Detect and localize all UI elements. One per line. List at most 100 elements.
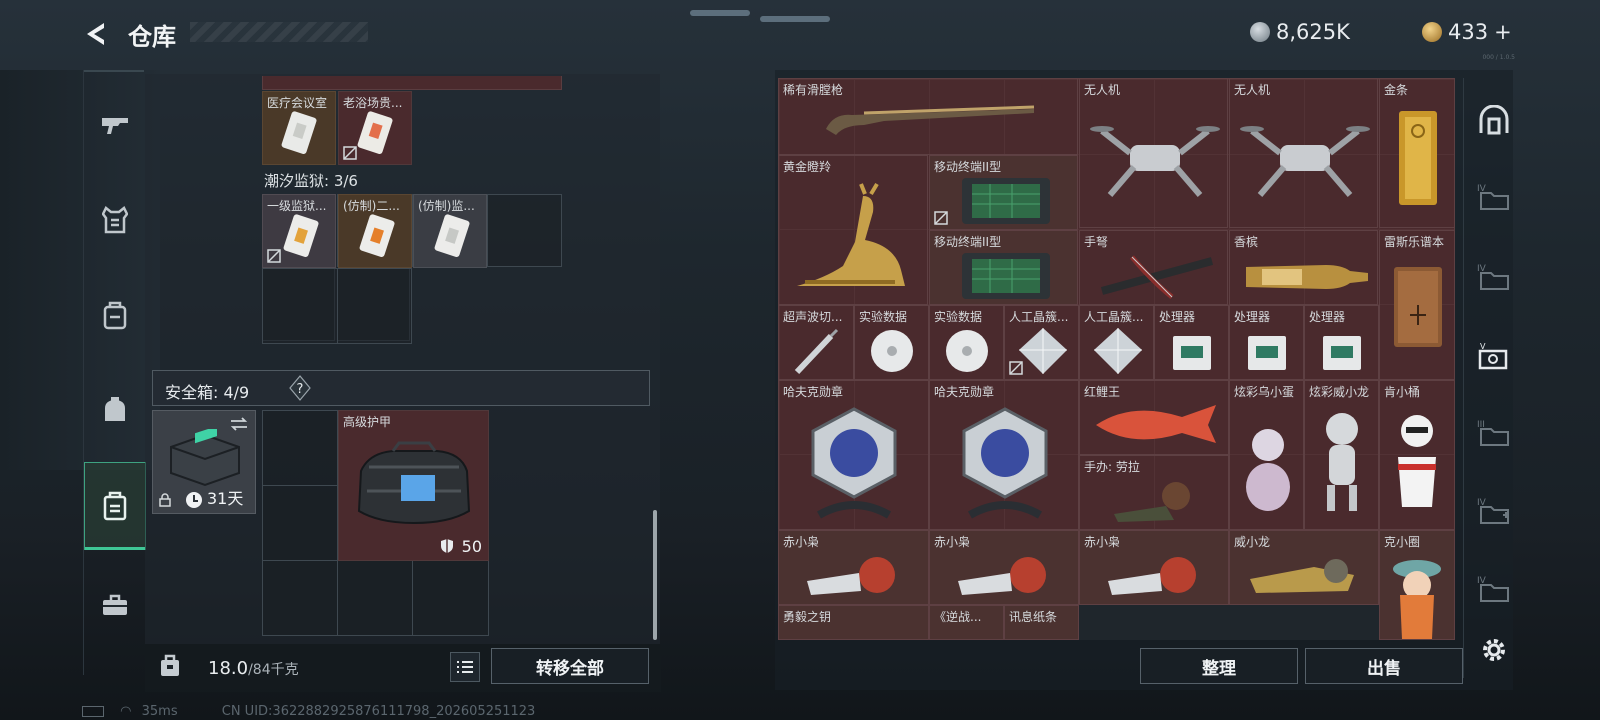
inventory-item-processor[interactable]: 处理器 xyxy=(1154,305,1229,380)
back-arrow-icon[interactable] xyxy=(80,18,112,50)
vest-icon[interactable] xyxy=(84,190,146,250)
wifi-icon: ◠ xyxy=(120,704,132,719)
inventory-item-red-carp[interactable]: 红鲤王 xyxy=(1079,380,1229,455)
weight-display: 18.0/84千克 xyxy=(208,658,299,679)
toolbox-icon[interactable] xyxy=(84,575,146,635)
grid-divider xyxy=(262,485,337,486)
item-label: 勇毅之钥 xyxy=(783,610,832,624)
item-label: 威小龙 xyxy=(1234,535,1271,549)
right-filter-nav: IV IV V III IV IV xyxy=(1463,78,1513,678)
armor-item[interactable]: 高级护甲 50 xyxy=(338,410,489,561)
currency-gold[interactable]: 433 + xyxy=(1422,18,1532,46)
inventory-item-red-owl[interactable]: 赤小枭 xyxy=(778,530,929,605)
item-label: 赤小枭 xyxy=(1084,535,1121,549)
folder-filter-icon[interactable]: IV xyxy=(1474,176,1514,216)
inventory-item-mobile-terminal[interactable]: 移动终端II型 xyxy=(929,230,1078,305)
inventory-item-musket[interactable]: 稀有滑膛枪 xyxy=(778,78,1078,155)
backpack-icon[interactable] xyxy=(84,285,146,345)
inventory-item-gold-bar[interactable]: 金条 xyxy=(1379,78,1455,228)
inventory-item-experiment-data[interactable]: 实验数据 xyxy=(854,305,929,380)
item-label: (仿制)二... xyxy=(343,199,400,213)
silver-amount: 8,625K xyxy=(1276,20,1350,44)
non-transferable-icon xyxy=(934,211,948,225)
inventory-item-message-note[interactable]: 讯息纸条 xyxy=(1004,605,1079,640)
list-icon xyxy=(457,661,473,673)
item-label: 移动终端II型 xyxy=(934,160,1002,174)
inventory-item-red-owl[interactable]: 赤小枭 xyxy=(929,530,1079,605)
inventory-item-haavk-medal[interactable]: 哈夫克勋章 xyxy=(929,380,1079,530)
inventory-item-key[interactable]: 勇毅之钥 xyxy=(778,605,929,640)
left-category-nav xyxy=(83,70,146,675)
inventory-item-lara-figure[interactable]: 手办: 劳拉 xyxy=(1079,455,1229,530)
keycard-item[interactable]: 老浴场贵... xyxy=(338,91,412,165)
item-label: 人工晶簇... xyxy=(1009,310,1069,324)
bag-icon[interactable] xyxy=(84,380,146,440)
inventory-item-crossbow[interactable]: 手弩 xyxy=(1079,230,1228,305)
item-label: 医疗会议室 xyxy=(267,96,328,110)
inventory-item-nizhan[interactable]: 《逆战... xyxy=(929,605,1004,640)
inventory-item-crystal[interactable]: 人工晶簇... xyxy=(1004,305,1079,380)
all-items-icon[interactable] xyxy=(1474,100,1514,140)
list-view-button[interactable] xyxy=(450,652,480,682)
add-folder-icon[interactable]: IV xyxy=(1474,490,1514,530)
inventory-item-gold-gazelle[interactable]: 黄金瞪羚 xyxy=(778,155,928,305)
safe-box-icon[interactable] xyxy=(84,462,146,550)
scrollbar[interactable] xyxy=(653,510,657,640)
inventory-item-dragon-figure[interactable]: 炫彩威小龙 xyxy=(1304,380,1379,530)
item-label: 炫彩乌小蛋 xyxy=(1234,385,1295,399)
inventory-item-ke-xiao-quan[interactable]: 克小圈 xyxy=(1379,530,1455,640)
add-currency-button[interactable]: + xyxy=(1494,20,1512,44)
item-label: 《逆战... xyxy=(934,610,982,624)
empty-slots xyxy=(1079,605,1379,640)
folder-filter-icon[interactable]: IV xyxy=(1474,568,1514,608)
inventory-item-egg-figure[interactable]: 炫彩乌小蛋 xyxy=(1229,380,1304,530)
item-label: 老浴场贵... xyxy=(343,96,403,110)
prison-keycard-item[interactable]: (仿制)二... xyxy=(338,194,412,268)
swap-icon[interactable] xyxy=(229,417,249,431)
help-button[interactable]: ? xyxy=(288,375,312,401)
safe-box-item[interactable]: 31天 xyxy=(152,410,256,514)
folder-filter-icon[interactable]: IV xyxy=(1474,256,1514,296)
inventory-item-red-owl[interactable]: 赤小枭 xyxy=(1079,530,1229,605)
inventory-item-kfc-bucket[interactable]: 肯小桶 xyxy=(1379,380,1455,530)
inventory-item-wei-dragon[interactable]: 威小龙 xyxy=(1229,530,1379,605)
item-label: 手弩 xyxy=(1084,235,1109,249)
safe-box-header: 安全箱: 4/9 ? xyxy=(152,370,650,406)
item-label: 稀有滑膛枪 xyxy=(783,83,844,97)
item-label: 一级监狱... xyxy=(267,199,327,213)
inventory-item-champagne[interactable]: 香槟 xyxy=(1229,230,1378,305)
inventory-item-processor[interactable]: 处理器 xyxy=(1229,305,1304,380)
silver-coin-icon xyxy=(1250,22,1270,42)
prison-keycard-item[interactable]: 一级监狱... xyxy=(262,194,336,268)
armor-value: 50 xyxy=(461,537,482,556)
inventory-item-drone[interactable]: 无人机 xyxy=(1079,78,1228,228)
item-label: 雷斯乐谱本 xyxy=(1384,235,1445,249)
settings-gear-icon[interactable] xyxy=(1474,630,1514,670)
folder-filter-icon[interactable]: III xyxy=(1474,412,1514,452)
transfer-all-button[interactable]: 转移全部 xyxy=(491,648,649,684)
currency-silver[interactable]: 8,625K xyxy=(1250,18,1390,46)
item-label: 黄金瞪羚 xyxy=(783,160,832,174)
prison-keycard-item[interactable]: (仿制)监... xyxy=(413,194,487,268)
item-label: 炫彩威小龙 xyxy=(1309,385,1370,399)
sell-button[interactable]: 出售 xyxy=(1305,648,1463,684)
inventory-item-mobile-terminal[interactable]: 移动终端II型 xyxy=(929,155,1078,230)
help-mark: ? xyxy=(297,382,304,397)
inventory-item-processor[interactable]: 处理器 xyxy=(1304,305,1379,380)
inventory-item-experiment-data[interactable]: 实验数据 xyxy=(929,305,1004,380)
item-filter-icon[interactable]: V xyxy=(1474,336,1514,376)
title-decoration xyxy=(190,22,368,42)
item-label: 手办: 劳拉 xyxy=(1084,460,1140,474)
status-bar: ◠ 35ms CN UID:3622882925876111798_202605… xyxy=(82,704,535,719)
lock-icon xyxy=(159,493,171,507)
item-label: 处理器 xyxy=(1159,310,1196,324)
inventory-item-haavk-medal[interactable]: 哈夫克勋章 xyxy=(778,380,929,530)
item-label: 无人机 xyxy=(1084,83,1121,97)
sort-button[interactable]: 整理 xyxy=(1140,648,1298,684)
inventory-item-ultrasonic-cutter[interactable]: 超声波切... xyxy=(778,305,854,380)
keycard-item[interactable]: 医疗会议室 xyxy=(262,91,336,165)
weapon-icon[interactable] xyxy=(84,95,146,155)
inventory-item-crystal[interactable]: 人工晶簇... xyxy=(1079,305,1154,380)
inventory-item-music-book[interactable]: 雷斯乐谱本 xyxy=(1379,230,1455,380)
inventory-item-drone[interactable]: 无人机 xyxy=(1229,78,1378,228)
